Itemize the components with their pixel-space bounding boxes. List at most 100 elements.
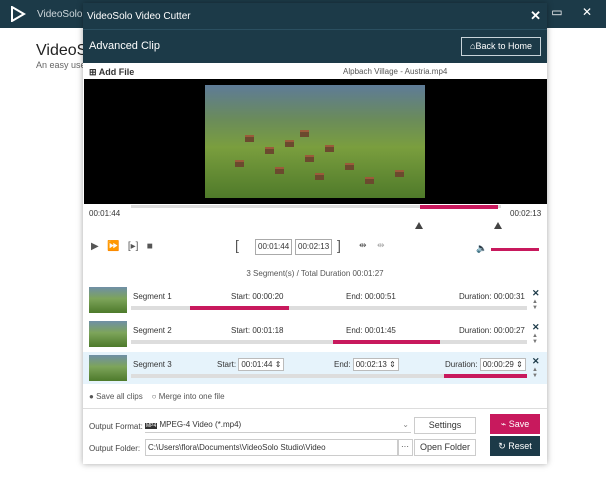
reset-button[interactable]: ↻ Reset <box>490 436 540 456</box>
time-start: 00:01:44 <box>89 209 121 218</box>
back-to-home-label: Back to Home <box>475 41 532 51</box>
arrow-up-down-icon[interactable]: ▲ ▼ <box>532 333 538 345</box>
end-time-input[interactable]: 00:02:13 ⇕ <box>352 358 399 371</box>
split-icon[interactable]: ⇹ <box>359 240 367 251</box>
segment-track[interactable] <box>131 340 527 344</box>
close-icon[interactable]: ✕ <box>532 288 540 299</box>
segment-end: End: 00:02:13 ⇕ <box>334 358 399 371</box>
segment-start: Start: 00:01:44 ⇕ <box>217 358 285 371</box>
segment-duration: Duration: 00:00:31 <box>459 292 525 301</box>
output-folder-input[interactable]: C:\Users\flora\Documents\VideoSolo Studi… <box>145 439 399 456</box>
divider <box>83 408 547 409</box>
segment-thumbnail <box>89 321 127 347</box>
save-label: Save <box>508 419 530 429</box>
add-file-icon: ⊞ <box>89 67 97 77</box>
volume-slider[interactable] <box>491 248 539 251</box>
browse-folder-button[interactable]: ··· <box>397 439 413 456</box>
close-icon[interactable]: ✕ <box>532 322 540 333</box>
save-options: ● Save all clips ○ Merge into one file <box>89 392 225 401</box>
close-icon[interactable]: ✕ <box>530 8 541 24</box>
add-file-button[interactable]: ⊞ Add File <box>89 67 134 78</box>
close-icon[interactable]: ✕ <box>532 356 540 367</box>
settings-button[interactable]: Settings <box>414 417 476 434</box>
start-label: Start: <box>231 292 251 301</box>
dialog-header: Advanced Clip ⌂Back to Home <box>83 29 547 63</box>
page-title: Advanced Clip <box>89 40 160 52</box>
duration-input[interactable]: 00:00:29 ⇕ <box>479 358 526 371</box>
segment-start: Start: 00:01:18 <box>231 326 284 335</box>
start-label: Start: <box>231 326 251 335</box>
play-icon[interactable]: ▶ <box>91 241 99 252</box>
clip-start-input[interactable]: 00:01:44 <box>255 239 293 255</box>
start-time-input[interactable]: 00:01:44 ⇕ <box>238 358 285 371</box>
merge-radio[interactable]: ○ Merge into one file <box>152 392 225 401</box>
segment-row[interactable]: Segment 2 Start: 00:01:18 End: 00:01:45 … <box>83 318 547 350</box>
frame-step-icon[interactable]: [▸] <box>128 241 139 252</box>
volume-icon[interactable]: 🔈 <box>476 243 487 254</box>
open-folder-button[interactable]: Open Folder <box>414 439 476 456</box>
segment-summary: 3 Segment(s) / Total Duration 00:01:27 <box>246 269 384 278</box>
duration-value: 00:00:27 <box>493 326 525 335</box>
bracket-right-icon[interactable]: ] <box>337 237 341 253</box>
segment-range-fill[interactable] <box>332 340 440 344</box>
arrow-up-down-icon[interactable]: ▲ ▼ <box>532 367 538 379</box>
save-all-radio[interactable]: ● Save all clips <box>89 392 143 401</box>
playback-controls: ▶ ⏩ [▸] ■ <box>91 241 153 252</box>
end-marker-handle[interactable] <box>494 222 502 229</box>
start-label: Start: <box>217 360 237 369</box>
back-to-home-button[interactable]: ⌂Back to Home <box>461 37 541 56</box>
end-label: End: <box>346 292 363 301</box>
add-file-label: Add File <box>98 67 135 77</box>
start-value: 00:01:44 <box>241 360 273 369</box>
segment-track[interactable] <box>131 374 527 378</box>
segment-duration: Duration: 00:00:27 <box>459 326 525 335</box>
end-value: 00:02:13 <box>355 360 387 369</box>
bracket-left-icon[interactable]: [ <box>235 237 239 253</box>
merge-icon[interactable]: ⇹ <box>377 240 385 251</box>
segment-start: Start: 00:00:20 <box>231 292 284 301</box>
video-preview <box>84 79 547 204</box>
segment-end: End: 00:01:45 <box>346 326 396 335</box>
save-icon: ⌁ <box>500 419 509 429</box>
output-format-label: Output Format: <box>89 422 143 431</box>
clip-end-input[interactable]: 00:02:13 <box>295 239 333 255</box>
video-cutter-dialog: VideoSolo Video Cutter ✕ Advanced Clip ⌂… <box>83 3 547 464</box>
segment-row-active[interactable]: Segment 3 Start: 00:01:44 ⇕ End: 00:02:1… <box>83 352 547 384</box>
timeline-selection[interactable] <box>420 205 498 209</box>
background-subtext: An easy use <box>36 60 86 70</box>
reset-label: Reset <box>508 441 532 451</box>
segment-thumbnail <box>89 287 127 313</box>
start-value: 00:01:18 <box>252 326 284 335</box>
start-value: 00:00:20 <box>252 292 284 301</box>
output-format-select[interactable]: MP4 MPEG-4 Video (*.mp4) ⌄ <box>145 417 411 433</box>
fast-forward-icon[interactable]: ⏩ <box>107 241 119 252</box>
video-frame <box>205 85 425 198</box>
duration-label: Duration: <box>459 292 492 301</box>
duration-label: Duration: <box>445 360 478 369</box>
segment-label: Segment 1 <box>133 292 172 301</box>
time-end: 00:02:13 <box>510 209 542 218</box>
stop-icon[interactable]: ■ <box>147 241 153 252</box>
file-name: Alpbach Village - Austria.mp4 <box>343 67 448 76</box>
duration-value: 00:00:29 <box>482 360 514 369</box>
dialog-titlebar: VideoSolo Video Cutter ✕ <box>83 3 547 29</box>
reset-icon: ↻ <box>498 441 509 451</box>
segment-end: End: 00:00:51 <box>346 292 396 301</box>
segment-track[interactable] <box>131 306 527 310</box>
mpeg-format-icon: MP4 <box>145 423 158 429</box>
end-label: End: <box>334 360 351 369</box>
start-marker-handle[interactable] <box>415 222 423 229</box>
videosolo-logo-icon <box>11 6 26 22</box>
segment-label: Segment 3 <box>133 360 172 369</box>
duration-label: Duration: <box>459 326 492 335</box>
save-all-label: Save all clips <box>96 392 143 401</box>
arrow-up-down-icon[interactable]: ▲ ▼ <box>532 299 538 311</box>
segment-label: Segment 2 <box>133 326 172 335</box>
end-label: End: <box>346 326 363 335</box>
segment-range-fill[interactable] <box>443 374 527 378</box>
chevron-down-icon: ⌄ <box>402 420 409 429</box>
output-format-value: MPEG-4 Video (*.mp4) <box>159 420 242 429</box>
save-button[interactable]: ⌁ Save <box>490 414 540 434</box>
segment-row[interactable]: Segment 1 Start: 00:00:20 End: 00:00:51 … <box>83 284 547 316</box>
segment-range-fill[interactable] <box>190 306 290 310</box>
